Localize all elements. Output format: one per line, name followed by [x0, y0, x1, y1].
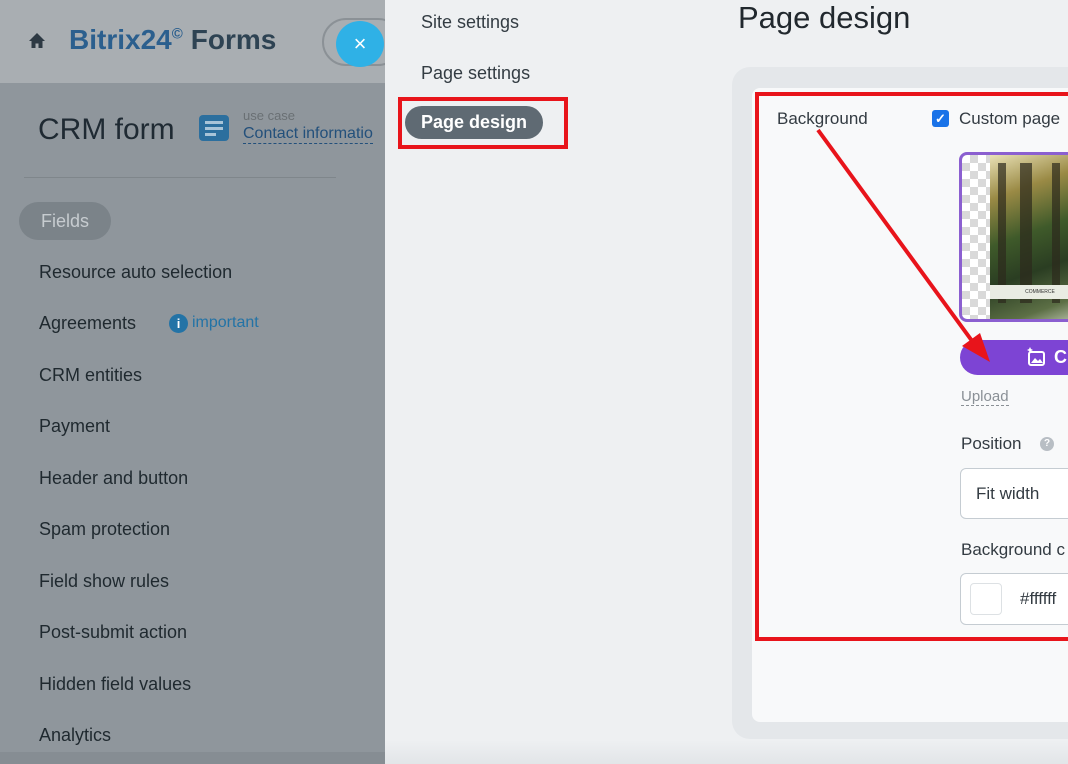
info-icon: i [169, 314, 188, 333]
brand-name: Bitrix24 [69, 24, 172, 55]
menu-item-post-submit-action[interactable]: Post-submit action [39, 622, 187, 643]
bottom-strip [0, 752, 385, 764]
menu-item-agreements[interactable]: Agreements [39, 313, 136, 334]
home-icon[interactable] [26, 30, 48, 52]
menu-item-payment[interactable]: Payment [39, 416, 110, 437]
menu-item-field-show-rules[interactable]: Field show rules [39, 571, 169, 592]
important-badge: important [192, 314, 259, 331]
brand-logo[interactable]: Bitrix24© Forms [69, 24, 276, 56]
document-icon[interactable] [199, 115, 229, 141]
product-name: Forms [190, 24, 277, 55]
menu-item-hidden-field-values[interactable]: Hidden field values [39, 674, 191, 695]
form-editor-panel: Bitrix24© Forms CRM form use case Contact… [0, 0, 385, 764]
page-title: Page design [738, 0, 911, 35]
use-case-link[interactable]: Contact informatio [243, 125, 373, 144]
menu-item-spam-protection[interactable]: Spam protection [39, 519, 170, 540]
nav-item-page-settings[interactable]: Page settings [421, 63, 530, 84]
annotation-highlight-background [755, 92, 1068, 641]
menu-item-crm-entities[interactable]: CRM entities [39, 365, 142, 386]
bottom-shadow [385, 740, 1068, 764]
close-icon[interactable]: × [336, 21, 384, 67]
menu-item-resource-auto-selection[interactable]: Resource auto selection [39, 262, 232, 283]
nav-item-site-settings[interactable]: Site settings [421, 12, 519, 33]
menu-item-header-and-button[interactable]: Header and button [39, 468, 188, 489]
annotation-highlight-nav [398, 97, 568, 149]
divider [24, 177, 336, 178]
brand-clock-mark: © [171, 25, 183, 43]
menu-item-analytics[interactable]: Analytics [39, 725, 111, 746]
menu-item-fields[interactable]: Fields [19, 202, 111, 240]
form-title: CRM form [38, 113, 175, 146]
use-case-label: use case [243, 108, 296, 123]
